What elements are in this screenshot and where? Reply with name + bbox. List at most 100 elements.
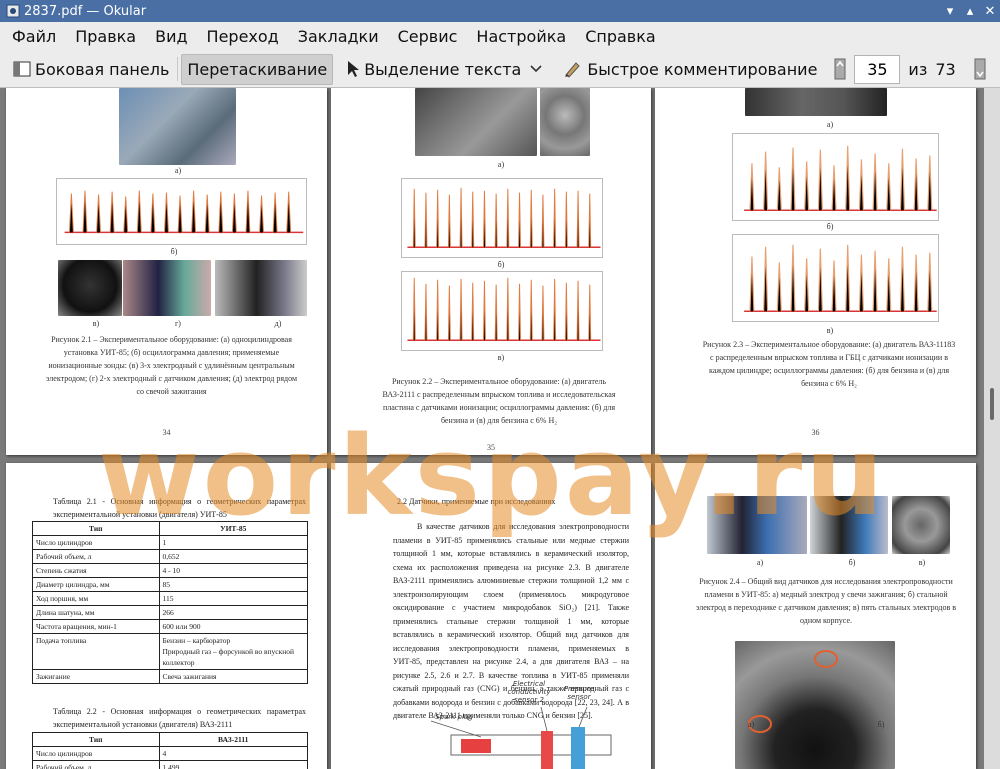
window-titlebar: 2837.pdf — Okular ▾ ▴ ✕ xyxy=(0,0,1000,22)
menu-view[interactable]: Вид xyxy=(148,27,194,46)
photo-engine-vaz11183 xyxy=(745,88,887,116)
table-cell: 0,652 xyxy=(158,549,308,564)
table-vaz2111-params: Тип ВАЗ-2111 Число цилиндров 4 Рабочий об… xyxy=(32,732,308,769)
menu-file[interactable]: Файл xyxy=(5,27,63,46)
text-select-button[interactable]: Выделение текста xyxy=(341,54,552,85)
page-34: а) б) в) г) д) Рисунок 2.1 – Эксперимент… xyxy=(6,88,327,455)
photo-label-a: а) xyxy=(747,720,755,729)
photo-gasket-plate xyxy=(540,88,590,156)
table-row: Зажигание Свеча зажигания xyxy=(32,669,308,684)
photo-probe-near-spark xyxy=(215,260,307,316)
table-cell: 115 xyxy=(158,591,308,606)
photo-probe-2-electrode xyxy=(123,260,211,316)
fig-label-a: а) xyxy=(756,558,764,567)
table-cell: 4 xyxy=(158,746,308,761)
fig-label-a: а) xyxy=(174,166,182,175)
okular-app-icon xyxy=(6,4,20,18)
window-title: 2837.pdf — Okular xyxy=(24,3,147,19)
electrode-marker-ring xyxy=(814,650,838,668)
main-toolbar: Боковая панель Перетаскивание Выделение … xyxy=(0,51,1000,88)
figure-caption: Рисунок 2.4 – Общий вид датчиков для исс… xyxy=(695,577,957,625)
sidebar-button-label: Боковая панель xyxy=(35,59,170,79)
diagram-label-conductivity-sensor: Electrical conductivity sensor 2 xyxy=(507,680,551,704)
table-cell: Зажигание xyxy=(32,669,160,684)
table-row: Степень сжатия 4 - 10 xyxy=(32,563,308,578)
drag-mode-button[interactable]: Перетаскивание xyxy=(181,53,334,85)
fig-label-g: г) xyxy=(175,319,181,328)
vertical-scrollbar[interactable] xyxy=(984,88,1000,769)
page-up-icon[interactable] xyxy=(834,58,846,80)
oscillogram-gasoline-h2 xyxy=(732,234,939,322)
table-row: Число цилиндров 4 xyxy=(32,746,308,761)
watermark-text: workspay.ru xyxy=(98,412,887,540)
menu-bookmarks[interactable]: Закладки xyxy=(291,27,386,46)
oscillogram-gasoline xyxy=(401,178,603,258)
page-down-icon[interactable] xyxy=(974,58,986,80)
menu-edit[interactable]: Правка xyxy=(68,27,143,46)
sidebar-icon xyxy=(13,61,31,77)
table-row: Рабочий объем, л 0,652 xyxy=(32,549,308,564)
photo-probe-3-electrode xyxy=(58,260,122,316)
page-36: а) б) в) Рисунок 2.3 – Экспериментальное… xyxy=(655,88,976,455)
page-of-label: из xyxy=(908,59,928,79)
table-cell: Бензин – карбюратор Природный газ – форс… xyxy=(158,633,308,670)
quick-annotate-label: Быстрое комментирование xyxy=(587,59,818,79)
minimize-icon[interactable]: ▾ xyxy=(940,1,960,21)
menu-settings[interactable]: Настройка xyxy=(469,27,573,46)
cursor-arrow-icon xyxy=(348,61,360,77)
table-row: Рабочий объем, л 1,499 xyxy=(32,760,308,769)
menu-help[interactable]: Справка xyxy=(578,27,663,46)
figure-caption: Рисунок 2.1 – Экспериментальное оборудов… xyxy=(46,335,297,396)
photo-five-electrodes xyxy=(892,496,950,554)
page-number-input[interactable] xyxy=(854,54,901,84)
text-select-label: Выделение текста xyxy=(364,59,522,79)
menubar: Файл Правка Вид Переход Закладки Сервис … xyxy=(0,22,1000,51)
table-cell: 4 - 10 xyxy=(158,563,308,578)
fig-label-v: в) xyxy=(92,319,100,328)
table-cell: Диаметр цилиндра, мм xyxy=(32,577,160,592)
table-head-cell: ВАЗ-2111 xyxy=(158,732,308,747)
table-cell: Свеча зажигания xyxy=(158,669,308,684)
sidebar-toggle-button[interactable]: Боковая панель xyxy=(8,54,174,85)
table-cell: Рабочий объем, л xyxy=(32,549,160,564)
table-cell: Длина шатуна, мм xyxy=(32,605,160,620)
close-icon[interactable]: ✕ xyxy=(980,1,1000,21)
quick-annotate-button[interactable]: Быстрое комментирование xyxy=(558,54,822,85)
menu-go[interactable]: Переход xyxy=(200,27,286,46)
toolbar-separator xyxy=(177,57,179,81)
annotate-pen-icon xyxy=(565,62,581,78)
fig-label-v: в) xyxy=(826,326,834,335)
oscillogram-gasoline xyxy=(732,133,939,221)
drag-mode-label: Перетаскивание xyxy=(187,59,328,79)
table-row: Длина шатуна, мм 266 xyxy=(32,605,308,620)
table-cell: Подача топлива xyxy=(32,633,160,670)
table-cell: 266 xyxy=(158,605,308,620)
table-row: Частота вращения, мин-1 600 или 900 xyxy=(32,619,308,634)
table-cell: Ход поршня, мм xyxy=(32,591,160,606)
fig-label-v: в) xyxy=(497,353,505,362)
fig-label-b: б) xyxy=(848,558,856,567)
table-row: Диаметр цилиндра, мм 85 xyxy=(32,577,308,592)
table-uit85-params: Тип УИТ-85 Число цилиндров 1 Рабочий объе… xyxy=(32,521,308,684)
table-row: Подача топлива Бензин – карбюратор Природ… xyxy=(32,633,308,670)
oscillogram-gasoline-h2 xyxy=(401,271,603,351)
photo-engine-uit85 xyxy=(119,88,236,165)
scrollbar-thumb[interactable] xyxy=(990,388,994,420)
fig-label-a: а) xyxy=(826,120,834,129)
table-cell: 1,499 xyxy=(158,760,308,769)
fig-label-d: д) xyxy=(274,319,282,328)
document-viewer[interactable]: а) б) в) г) д) Рисунок 2.1 – Эксперимент… xyxy=(0,88,984,769)
page-total-label: 73 xyxy=(935,59,956,79)
fig-label-v: в) xyxy=(918,558,926,567)
table-cell: Степень сжатия xyxy=(32,563,160,578)
table-head-cell: Тип xyxy=(32,732,160,747)
photo-engine-vaz2111 xyxy=(415,88,537,156)
oscillogram-pressure xyxy=(56,178,307,245)
table-cell: 600 или 900 xyxy=(158,619,308,634)
chevron-down-icon[interactable] xyxy=(529,64,543,74)
maximize-icon[interactable]: ▴ xyxy=(960,1,980,21)
table-row: Ход поршня, мм 115 xyxy=(32,591,308,606)
menu-tools[interactable]: Сервис xyxy=(391,27,465,46)
fig-label-a: а) xyxy=(497,160,505,169)
fig-label-b: б) xyxy=(170,247,178,256)
